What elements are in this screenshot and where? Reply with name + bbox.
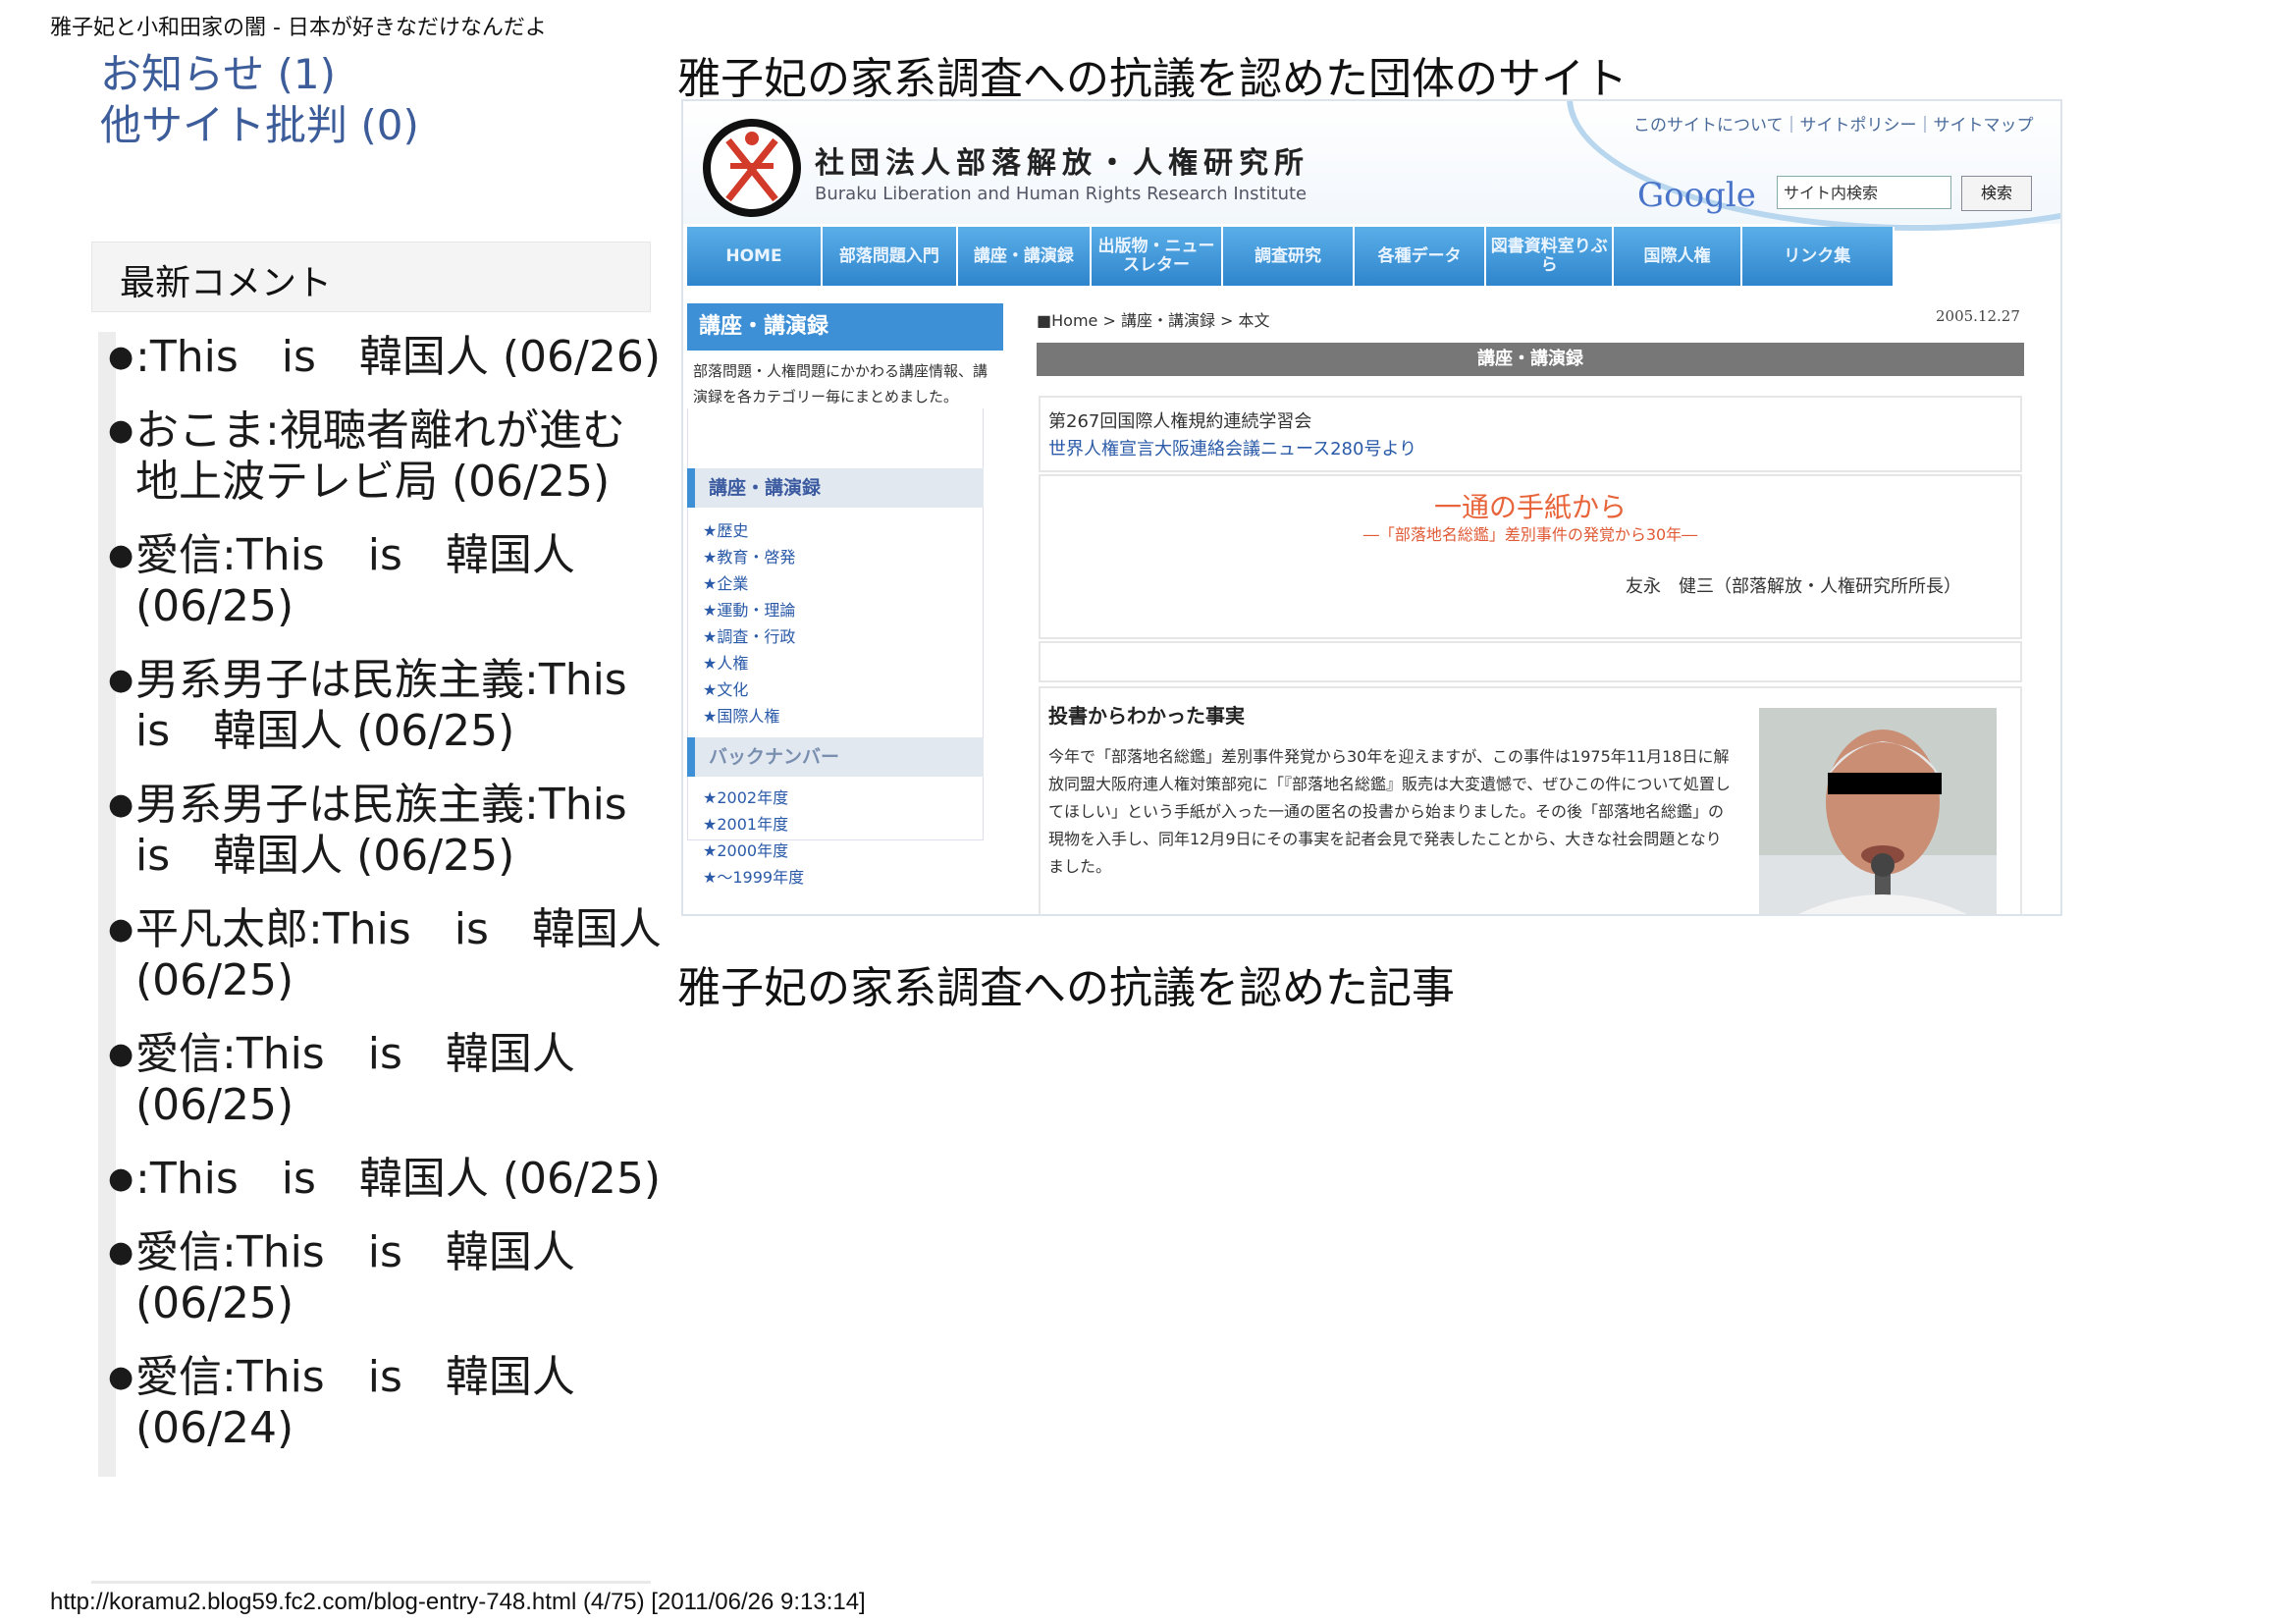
- site-category-item[interactable]: ★国際人権: [703, 703, 795, 730]
- site-left-subheading: 講座・講演録: [687, 468, 984, 508]
- site-org-name-en: Buraku Liberation and Human Rights Resea…: [815, 184, 1308, 204]
- comment-item: ● 男系男子は民族主義:This is 韓国人 (06/25): [108, 780, 670, 882]
- comment-item: ●:This is 韓国人 (06/25): [108, 1154, 666, 1205]
- site-spacer-box: [1039, 641, 2022, 682]
- embedded-site-screenshot: 社団法人部落解放・人権研究所 Buraku Liberation and Hum…: [681, 99, 2062, 916]
- bullet-icon: ●: [108, 912, 134, 947]
- site-backnumber-item[interactable]: ★2002年度: [703, 784, 804, 811]
- nav-tab-lectures[interactable]: 講座・講演録: [958, 227, 1092, 286]
- comment-link[interactable]: 男系男子は民族主義:This is 韓国人 (06/25): [135, 780, 670, 881]
- site-category-item[interactable]: ★調査・行政: [703, 623, 795, 650]
- site-article-title: 一通の手紙から: [1433, 491, 1627, 523]
- institute-logo-icon: [703, 119, 801, 217]
- comment-link[interactable]: :This is 韓国人 (06/25): [135, 1154, 661, 1204]
- comment-link[interactable]: 愛信:This is 韓国人 (06/25): [135, 530, 575, 631]
- comment-item: ● 愛信:This is 韓国人 (06/25): [108, 1227, 666, 1329]
- site-category-list: ★歴史 ★教育・啓発 ★企業 ★運動・理論 ★調査・行政 ★人権 ★文化 ★国際…: [703, 517, 795, 730]
- google-logo: Google: [1637, 176, 1756, 215]
- site-newsletter-link[interactable]: 世界人権宣言大阪連絡会議ニュース280号より: [1048, 435, 1416, 460]
- site-category-item[interactable]: ★文化: [703, 676, 795, 703]
- author-photo: [1759, 708, 1997, 914]
- site-article-author: 友永 健三（部落解放・人権研究所所長）: [1626, 576, 1961, 597]
- site-category-item[interactable]: ★人権: [703, 650, 795, 676]
- site-article-bar: 講座・講演録: [1037, 343, 2024, 376]
- site-category-item[interactable]: ★企業: [703, 570, 795, 597]
- site-search-button[interactable]: 検索: [1961, 176, 2032, 211]
- site-category-item[interactable]: ★教育・啓発: [703, 544, 795, 570]
- site-category-item[interactable]: ★歴史: [703, 517, 795, 544]
- comment-link[interactable]: 愛信:This is 韓国人 (06/24): [135, 1352, 575, 1453]
- site-backnumber-item[interactable]: ★〜1999年度: [703, 864, 804, 891]
- nav-tab-international[interactable]: 国際人権: [1614, 227, 1742, 286]
- site-backnumber-item[interactable]: ★2001年度: [703, 811, 804, 838]
- bullet-icon: ●: [108, 787, 134, 822]
- comment-item: ● 愛信:This is 韓国人 (06/25): [108, 1029, 666, 1131]
- site-article-subtitle: ―「部落地名総鑑」差別事件の発覚から30年―: [1362, 525, 1698, 544]
- bullet-icon: ●: [108, 1162, 134, 1196]
- nav-tab-data[interactable]: 各種データ: [1355, 227, 1487, 286]
- bullet-icon: ●: [108, 1235, 134, 1270]
- bullet-icon: ●: [108, 340, 134, 374]
- recent-comments-header: 最新コメント: [91, 242, 651, 312]
- comment-link[interactable]: 愛信:This is 韓国人 (06/25): [135, 1227, 575, 1328]
- comment-item: ● おこま:視聴者離れが進む地上波テレビ局 (06/25): [108, 406, 666, 508]
- bullet-icon: ●: [108, 413, 134, 448]
- nav-tab-publications[interactable]: 出版物・ニュースレター: [1092, 227, 1223, 286]
- nav-tab-links[interactable]: リンク集: [1742, 227, 1895, 286]
- comment-item: ● 愛信:This is 韓国人 (06/25): [108, 530, 666, 632]
- section-heading-article: 雅子妃の家系調査への抗議を認めた記事: [677, 963, 1455, 1013]
- site-article-date: 2005.12.27: [1936, 307, 2020, 325]
- comment-item: ● 平凡太郎:This is 韓国人 (06/25): [108, 904, 666, 1006]
- category-link-site-criticism[interactable]: 他サイト批判 (0): [100, 92, 419, 152]
- bullet-icon: ●: [108, 1037, 134, 1071]
- comment-item: ● 愛信:This is 韓国人 (06/24): [108, 1352, 666, 1454]
- comment-link[interactable]: :This is 韓国人 (06/26): [135, 332, 661, 382]
- site-org-name: 社団法人部落解放・人権研究所: [815, 146, 1309, 181]
- site-left-description: 部落問題・人権問題にかかわる講座情報、講演録を各カテゴリー毎にまとめました。: [693, 362, 988, 406]
- comment-link[interactable]: 愛信:This is 韓国人 (06/25): [135, 1029, 575, 1130]
- recent-comments-list: ●:This is 韓国人 (06/26) ● おこま:視聴者離れが進む地上波テレ…: [98, 332, 670, 1477]
- comment-link[interactable]: 平凡太郎:This is 韓国人 (06/25): [135, 904, 662, 1005]
- site-meeting-label: 第267回国際人権規約連続学習会: [1048, 411, 1312, 432]
- nav-tab-intro[interactable]: 部落問題入門: [823, 227, 958, 286]
- print-footer-url: http://koramu2.blog59.fc2.com/blog-entry…: [50, 1589, 866, 1615]
- sidebar-divider: [91, 1581, 651, 1584]
- site-fact-text: 今年で「部落地名総鑑」差別事件発覚から30年を迎えますが、この事件は1975年1…: [1048, 747, 1731, 876]
- bullet-icon: ●: [108, 538, 134, 572]
- comment-item: ● 男系男子は民族主義:This is 韓国人 (06/25): [108, 655, 670, 757]
- nav-tab-research[interactable]: 調査研究: [1223, 227, 1356, 286]
- site-fact-heading: 投書からわかった事実: [1048, 704, 1245, 728]
- site-backnumber-item[interactable]: ★2000年度: [703, 838, 804, 864]
- bullet-icon: ●: [108, 1360, 134, 1394]
- site-search-input[interactable]: サイト内検索: [1777, 176, 1951, 209]
- nav-tab-home[interactable]: HOME: [687, 227, 823, 286]
- bullet-icon: ●: [108, 663, 134, 697]
- site-left-heading: 講座・講演録: [687, 303, 1003, 351]
- comment-link[interactable]: 男系男子は民族主義:This is 韓国人 (06/25): [135, 655, 670, 756]
- site-breadcrumb[interactable]: ■Home > 講座・講演録 > 本文: [1037, 307, 1270, 331]
- site-backnumber-list: ★2002年度 ★2001年度 ★2000年度 ★〜1999年度: [703, 784, 804, 891]
- nav-tab-library[interactable]: 図書資料室りぶら: [1486, 227, 1615, 286]
- site-category-item[interactable]: ★運動・理論: [703, 597, 795, 623]
- comment-link[interactable]: おこま:視聴者離れが進む地上波テレビ局 (06/25): [135, 406, 625, 507]
- section-heading-site: 雅子妃の家系調査への抗議を認めた団体のサイト: [677, 54, 1628, 104]
- site-backnumber-heading: バックナンバー: [687, 737, 984, 777]
- site-top-links[interactable]: このサイトについて｜サイトポリシー｜サイトマップ: [1633, 111, 2034, 135]
- site-nav-bar: HOME 部落問題入門 講座・講演録 出版物・ニュースレター 調査研究 各種デー…: [687, 227, 1895, 286]
- print-header: 雅子妃と小和田家の闇 - 日本が好きなだけなんだよ: [50, 16, 547, 40]
- comment-item: ●:This is 韓国人 (06/26): [108, 332, 666, 383]
